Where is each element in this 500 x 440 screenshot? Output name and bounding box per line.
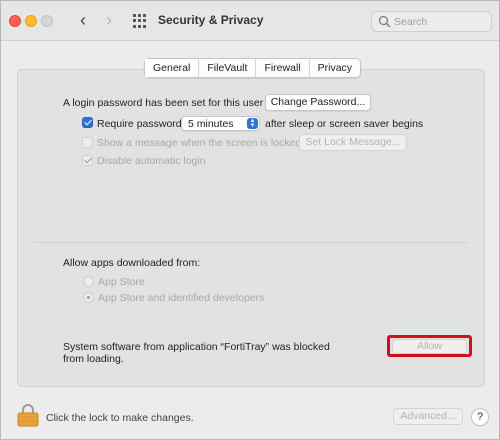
forward-button[interactable]: › [100,10,118,32]
close-window-button[interactable] [9,15,21,27]
system-preferences-window: ‹ › Security & Privacy Search General Fi… [0,0,500,440]
show-all-grid-icon[interactable] [133,14,147,28]
blocked-message-line1: System software from application “FortiT… [63,341,330,353]
lock-text: Click the lock to make changes. [46,412,194,424]
search-field[interactable]: Search [371,11,492,32]
chevron-updown-icon: ▴ ▾ [247,117,258,129]
chevron-left-icon: ‹ [80,10,86,30]
require-password-delay-select[interactable]: 5 minutes ▴ ▾ [181,116,260,131]
chevron-right-icon: › [106,10,112,30]
show-message-checkbox[interactable] [82,137,93,148]
help-button[interactable]: ? [471,408,489,426]
require-password-delay-value: 5 minutes [188,118,234,130]
zoom-window-button[interactable] [41,15,53,27]
allow-button-highlight [387,335,472,357]
disable-auto-login-checkbox[interactable] [82,155,93,166]
disable-auto-login-label: Disable automatic login [97,155,206,167]
tab-filevault[interactable]: FileVault [199,59,257,77]
identified-developers-radio[interactable] [83,292,94,303]
search-icon [378,15,391,28]
require-password-label: Require password [97,118,182,130]
blocked-message-line2: from loading. [63,353,124,365]
allow-apps-heading: Allow apps downloaded from: [63,257,201,269]
set-lock-message-button[interactable]: Set Lock Message... [299,134,407,151]
identified-developers-label: App Store and identified developers [98,292,265,304]
app-store-label: App Store [98,276,145,288]
tab-bar: General FileVault Firewall Privacy [144,58,362,78]
window-title: Security & Privacy [158,13,264,27]
minimize-window-button[interactable] [25,15,37,27]
app-store-radio[interactable] [83,276,94,287]
after-sleep-text: after sleep or screen saver begins [265,118,424,130]
tab-privacy[interactable]: Privacy [310,59,360,77]
require-password-checkbox[interactable] [82,117,93,128]
tab-general[interactable]: General [145,59,200,77]
advanced-button[interactable]: Advanced... [393,408,463,425]
back-button[interactable]: ‹ [74,10,92,32]
title-bar: ‹ › Security & Privacy Search [1,1,499,41]
section-divider [34,242,468,243]
change-password-button[interactable]: Change Password... [265,94,371,111]
lock-icon[interactable] [17,403,39,427]
login-password-text: A login password has been set for this u… [63,97,264,109]
search-placeholder: Search [394,16,428,28]
tab-firewall[interactable]: Firewall [256,59,310,77]
show-message-label: Show a message when the screen is locked [97,137,302,149]
